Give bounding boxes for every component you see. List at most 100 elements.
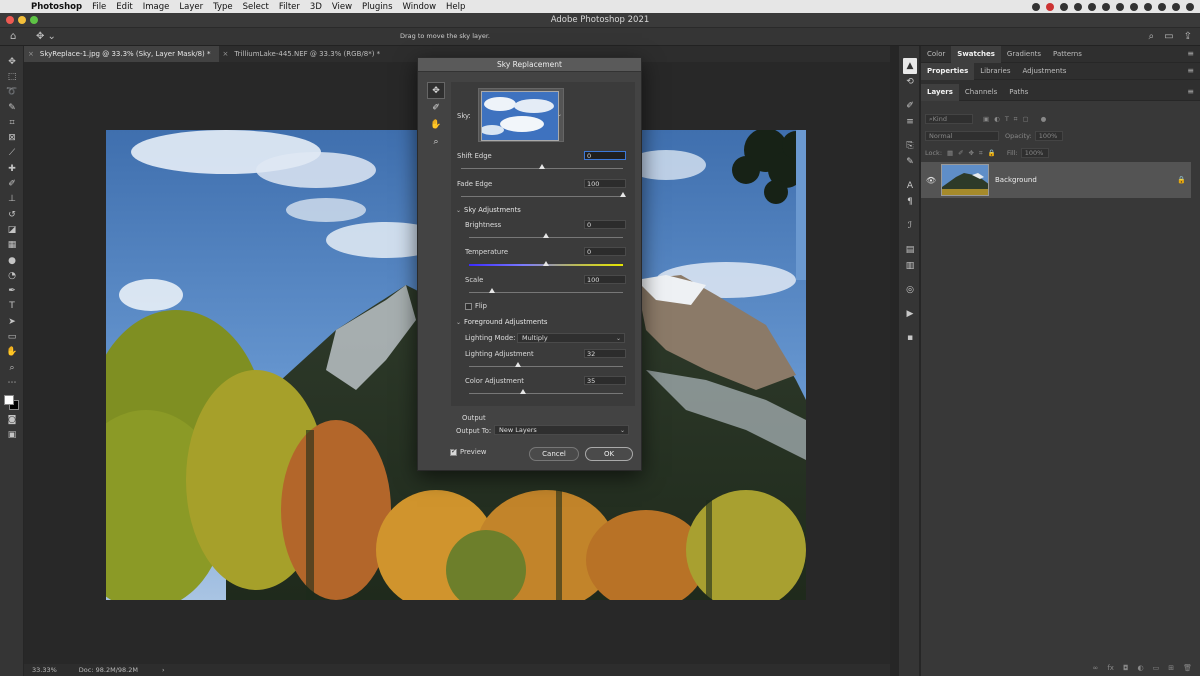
tab-gradients[interactable]: Gradients xyxy=(1001,46,1047,63)
tab-patterns[interactable]: Patterns xyxy=(1047,46,1088,63)
eyedropper-tool-icon[interactable]: ⟋ xyxy=(0,146,24,161)
tab-color[interactable]: Color xyxy=(921,46,951,63)
crop-tool-icon[interactable]: ⌗ xyxy=(0,115,24,130)
menu-filter[interactable]: Filter xyxy=(274,2,305,12)
layer-style-icon[interactable]: fx xyxy=(1107,664,1114,672)
flip-checkbox[interactable] xyxy=(465,303,472,310)
new-layer-icon[interactable]: ⊞ xyxy=(1168,664,1174,672)
move-tool-icon[interactable]: ✥ xyxy=(0,54,24,69)
timeline-icon[interactable]: ▪ xyxy=(899,330,921,346)
wifi-icon[interactable] xyxy=(1130,2,1138,11)
foreground-adjustments-header[interactable]: ⌄ Foreground Adjustments xyxy=(456,318,547,326)
character-icon[interactable]: A xyxy=(899,178,921,194)
shift-edge-input[interactable]: 0 xyxy=(584,151,626,160)
actions-icon[interactable]: ▶ xyxy=(899,306,921,322)
gradient-tool-icon[interactable]: ▦ xyxy=(0,238,24,253)
tool-presets-icon[interactable]: ✎ xyxy=(899,154,921,170)
share-icon[interactable]: ⇪ xyxy=(1184,31,1192,42)
creative-cloud-icon[interactable] xyxy=(1116,2,1124,11)
cancel-button[interactable]: Cancel xyxy=(529,447,579,461)
add-mask-icon[interactable]: ◘ xyxy=(1123,664,1129,672)
history-brush-tool-icon[interactable]: ↺ xyxy=(0,207,24,222)
layer-filter-kind[interactable]: ⌕ Kind xyxy=(925,114,973,124)
tab-swatches[interactable]: Swatches xyxy=(951,45,1001,63)
temperature-slider[interactable] xyxy=(543,261,549,266)
brightness-input[interactable]: 0 xyxy=(584,220,626,229)
fade-edge-slider[interactable] xyxy=(620,192,626,197)
menu-image[interactable]: Image xyxy=(138,2,175,12)
new-group-icon[interactable]: ▭ xyxy=(1153,664,1160,672)
close-tab-icon[interactable]: × xyxy=(28,50,34,58)
blend-mode-select[interactable]: Normal xyxy=(925,131,999,141)
menu-3d[interactable]: 3D xyxy=(305,2,327,12)
message-icon[interactable] xyxy=(1074,2,1082,11)
sky-preset-picker[interactable]: ⌄ xyxy=(478,88,564,142)
panel-menu-icon[interactable]: ≡ xyxy=(1187,49,1194,58)
layer-row-background[interactable]: 👁 Background 🔒 xyxy=(921,162,1191,198)
menu-plugins[interactable]: Plugins xyxy=(357,2,397,12)
paragraph-icon[interactable]: ¶ xyxy=(899,194,921,210)
glyphs-icon[interactable]: ℐ xyxy=(899,218,921,234)
link-layers-icon[interactable]: ∞ xyxy=(1093,664,1099,672)
color-swatches[interactable] xyxy=(0,391,24,413)
ok-button[interactable]: OK xyxy=(585,447,633,461)
control-center-icon[interactable] xyxy=(1186,2,1194,11)
history-icon[interactable]: ⟲ xyxy=(899,74,921,90)
marquee-tool-icon[interactable]: ⬚ xyxy=(0,69,24,84)
tab-channels[interactable]: Channels xyxy=(959,84,1003,101)
tab-paths[interactable]: Paths xyxy=(1003,84,1034,101)
more-tools-icon[interactable]: ⋯ xyxy=(0,375,24,390)
tab-adjustments[interactable]: Adjustments xyxy=(1017,63,1073,80)
adjustments-icon[interactable]: ≡ xyxy=(899,114,921,130)
sky-move-tool-icon[interactable]: ✥ xyxy=(427,82,445,99)
rectangle-tool-icon[interactable]: ▭ xyxy=(0,329,24,344)
doc-tab-skyreplace[interactable]: × SkyReplace-1.jpg @ 33.3% (Sky, Layer M… xyxy=(24,46,219,62)
lighting-adjustment-input[interactable]: 32 xyxy=(584,349,626,358)
delete-layer-icon[interactable]: 🗑 xyxy=(1183,664,1192,672)
clone-source-icon[interactable]: ⎘ xyxy=(899,138,921,154)
menu-select[interactable]: Select xyxy=(238,2,274,12)
output-to-select[interactable]: New Layers ⌄ xyxy=(494,425,629,435)
brush-tool-icon[interactable]: ✐ xyxy=(0,176,24,191)
learn-icon[interactable]: ▲ xyxy=(903,58,917,74)
lighting-adjustment-slider[interactable] xyxy=(515,362,522,367)
menu-view[interactable]: View xyxy=(327,2,357,12)
eraser-tool-icon[interactable]: ◪ xyxy=(0,222,24,237)
quick-mask-icon[interactable]: ◙ xyxy=(0,413,24,428)
eye-icon[interactable]: 👁 xyxy=(921,176,941,185)
menu-window[interactable]: Window xyxy=(398,2,442,12)
fade-edge-input[interactable]: 100 xyxy=(584,179,626,188)
tab-libraries[interactable]: Libraries xyxy=(974,63,1016,80)
cloud-icon[interactable] xyxy=(1060,2,1068,11)
new-adjustment-icon[interactable]: ◐ xyxy=(1138,664,1144,672)
zoom-level[interactable]: 33.33% xyxy=(32,666,57,674)
foreground-color-swatch[interactable] xyxy=(4,394,14,405)
pen-tool-icon[interactable]: ✒ xyxy=(0,283,24,298)
brush-settings-icon[interactable]: ✐ xyxy=(899,98,921,114)
screen-mode-icon[interactable]: ▣ xyxy=(0,428,24,443)
menu-layer[interactable]: Layer xyxy=(174,2,208,12)
temperature-input[interactable]: 0 xyxy=(584,247,626,256)
menu-edit[interactable]: Edit xyxy=(111,2,137,12)
preview-checkbox[interactable] xyxy=(450,447,457,456)
chevron-down-icon[interactable]: ⌄ xyxy=(557,111,562,118)
close-tab-icon[interactable]: × xyxy=(223,50,229,58)
zoom-tool-icon[interactable]: ⌕ xyxy=(427,133,445,150)
fill-field[interactable]: 100% xyxy=(1020,148,1049,158)
blur-tool-icon[interactable]: ● xyxy=(0,253,24,268)
color-adjustment-input[interactable]: 35 xyxy=(584,376,626,385)
dodge-tool-icon[interactable]: ◔ xyxy=(0,268,24,283)
menu-file[interactable]: File xyxy=(87,2,111,12)
status-menu-arrow[interactable]: › xyxy=(162,666,165,674)
spotlight-search-icon[interactable] xyxy=(1158,2,1166,11)
brightness-slider[interactable] xyxy=(543,233,549,238)
menu-help[interactable]: Help xyxy=(441,2,470,12)
color-adjustment-slider[interactable] xyxy=(519,389,526,394)
dropbox-icon[interactable] xyxy=(1102,2,1110,11)
tab-layers[interactable]: Layers xyxy=(921,83,959,101)
search-icon[interactable]: ⌕ xyxy=(1149,31,1155,42)
notes-icon[interactable]: ▥ xyxy=(899,258,921,274)
lock-icons[interactable]: ▦✐✥⌗🔒 xyxy=(947,149,1001,158)
navigator-icon[interactable]: ◎ xyxy=(899,282,921,298)
hand-tool-icon[interactable]: ✋ xyxy=(427,116,445,133)
